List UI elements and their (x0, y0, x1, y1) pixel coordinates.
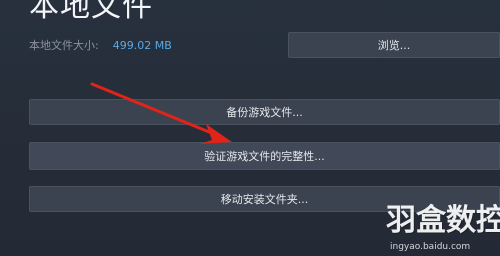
backup-game-files-button[interactable]: 备份游戏文件... (29, 99, 500, 125)
local-files-panel: 本地文件 本地文件大小: 499.02 MB 浏览... 备份游戏文件... 验证… (0, 0, 500, 256)
local-file-size-row: 本地文件大小: 499.02 MB (29, 39, 172, 53)
verify-game-files-button[interactable]: 验证游戏文件的完整性... (29, 142, 500, 170)
watermark-logo-text: 羽盒数控 (386, 203, 500, 238)
page-title: 本地文件 (29, 0, 153, 24)
browse-button[interactable]: 浏览... (288, 32, 500, 58)
watermark-logo: 羽盒数控 ingyao.baidu.com (378, 200, 500, 256)
local-file-size-label: 本地文件大小: (29, 39, 99, 52)
watermark-site-text: ingyao.baidu.com (390, 242, 471, 252)
local-file-size-value: 499.02 MB (112, 39, 172, 52)
